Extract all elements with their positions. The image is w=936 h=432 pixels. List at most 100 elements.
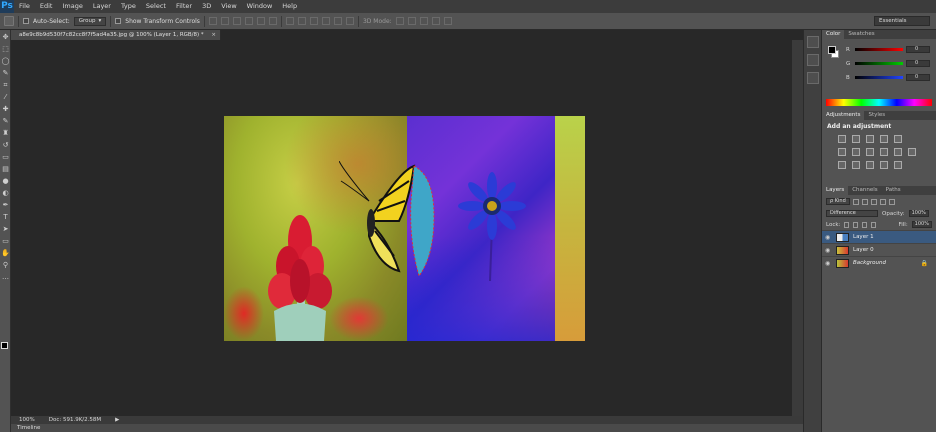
menu-3d[interactable]: 3D bbox=[197, 0, 216, 13]
filter-smart-object-icon[interactable] bbox=[888, 198, 895, 205]
menu-help[interactable]: Help bbox=[277, 0, 302, 13]
tab-paths[interactable]: Paths bbox=[882, 186, 905, 195]
green-value[interactable]: 0 bbox=[906, 60, 930, 67]
canvas-area[interactable] bbox=[11, 40, 803, 416]
align-right-icon[interactable] bbox=[268, 17, 277, 25]
status-menu-arrow-icon[interactable]: ▶ bbox=[115, 417, 119, 423]
blue-value[interactable]: 0 bbox=[906, 74, 930, 81]
layer-row-background[interactable]: ◉ Background 🔒 bbox=[822, 256, 936, 269]
layer-row-layer-1[interactable]: ◉ Layer 1 bbox=[822, 230, 936, 243]
menu-select[interactable]: Select bbox=[141, 0, 171, 13]
dodge-tool-icon[interactable]: ◐ bbox=[1, 189, 10, 198]
layer-row-layer-0[interactable]: ◉ Layer 0 bbox=[822, 243, 936, 256]
black-white-icon[interactable] bbox=[866, 148, 874, 156]
menu-type[interactable]: Type bbox=[116, 0, 141, 13]
close-icon[interactable]: × bbox=[211, 30, 216, 40]
menu-layer[interactable]: Layer bbox=[88, 0, 116, 13]
3d-slide-icon[interactable] bbox=[431, 17, 440, 25]
threshold-icon[interactable] bbox=[866, 161, 874, 169]
marquee-tool-icon[interactable]: ⬚ bbox=[1, 45, 10, 54]
gradient-tool-icon[interactable]: ▤ bbox=[1, 165, 10, 174]
filter-pixel-icon[interactable] bbox=[852, 198, 859, 205]
tab-layers[interactable]: Layers bbox=[822, 186, 849, 195]
tab-swatches[interactable]: Swatches bbox=[844, 30, 878, 39]
move-tool-icon[interactable]: ✥ bbox=[1, 33, 10, 42]
hue-saturation-icon[interactable] bbox=[838, 148, 846, 156]
menu-file[interactable]: File bbox=[14, 0, 35, 13]
layer-filter-kind[interactable]: ρ Kind bbox=[826, 198, 850, 205]
curves-icon[interactable] bbox=[866, 135, 874, 143]
workspace-switcher[interactable]: Essentials bbox=[874, 16, 930, 26]
vertical-scrollbar[interactable] bbox=[792, 40, 803, 416]
color-spectrum[interactable] bbox=[826, 99, 932, 106]
distribute-right-icon[interactable] bbox=[345, 17, 354, 25]
tab-adjustments[interactable]: Adjustments bbox=[822, 111, 865, 120]
distribute-hcenter-icon[interactable] bbox=[333, 17, 342, 25]
opacity-field[interactable]: 100% bbox=[908, 210, 929, 217]
filter-shape-icon[interactable] bbox=[879, 198, 886, 205]
align-bottom-icon[interactable] bbox=[232, 17, 241, 25]
distribute-left-icon[interactable] bbox=[321, 17, 330, 25]
distribute-vcenter-icon[interactable] bbox=[297, 17, 306, 25]
clone-stamp-tool-icon[interactable]: ♜ bbox=[1, 129, 10, 138]
eye-icon[interactable]: ◉ bbox=[825, 260, 832, 267]
menu-image[interactable]: Image bbox=[57, 0, 87, 13]
red-slider[interactable] bbox=[855, 48, 903, 51]
pen-tool-icon[interactable]: ✒ bbox=[1, 201, 10, 210]
filter-adjustment-icon[interactable] bbox=[861, 198, 868, 205]
align-left-icon[interactable] bbox=[244, 17, 253, 25]
lock-pixels-icon[interactable] bbox=[853, 221, 859, 228]
eye-icon[interactable]: ◉ bbox=[825, 247, 832, 254]
distribute-top-icon[interactable] bbox=[285, 17, 294, 25]
align-top-icon[interactable] bbox=[208, 17, 217, 25]
shape-tool-icon[interactable]: ▭ bbox=[1, 237, 10, 246]
eye-icon[interactable]: ◉ bbox=[825, 234, 832, 241]
auto-select-dropdown[interactable]: Group ▾ bbox=[73, 16, 107, 26]
filter-type-icon[interactable] bbox=[870, 198, 877, 205]
zoom-tool-icon[interactable]: ⚲ bbox=[1, 261, 10, 270]
exposure-icon[interactable] bbox=[880, 135, 888, 143]
align-hcenter-icon[interactable] bbox=[256, 17, 265, 25]
lock-position-icon[interactable] bbox=[862, 221, 868, 228]
foreground-color-chip[interactable] bbox=[828, 46, 836, 54]
tab-color[interactable]: Color bbox=[822, 30, 845, 39]
green-slider[interactable] bbox=[855, 62, 903, 65]
menu-window[interactable]: Window bbox=[242, 0, 278, 13]
tab-styles[interactable]: Styles bbox=[864, 111, 889, 120]
lasso-tool-icon[interactable]: ◯ bbox=[1, 57, 10, 66]
history-brush-tool-icon[interactable]: ↺ bbox=[1, 141, 10, 150]
healing-tool-icon[interactable]: ✚ bbox=[1, 105, 10, 114]
photoshop-logo[interactable]: Ps bbox=[0, 0, 14, 13]
distribute-bottom-icon[interactable] bbox=[309, 17, 318, 25]
history-panel-icon[interactable] bbox=[807, 36, 819, 48]
posterize-icon[interactable] bbox=[852, 161, 860, 169]
type-tool-icon[interactable]: T bbox=[1, 213, 10, 222]
color-balance-icon[interactable] bbox=[852, 148, 860, 156]
blur-tool-icon[interactable]: ● bbox=[1, 177, 10, 186]
3d-rotate-icon[interactable] bbox=[395, 17, 404, 25]
selective-color-icon[interactable] bbox=[894, 161, 902, 169]
blend-mode-dropdown[interactable]: Difference bbox=[826, 210, 878, 217]
show-transform-checkbox[interactable] bbox=[115, 18, 122, 24]
eyedropper-tool-icon[interactable]: ⁄ bbox=[1, 93, 10, 102]
crop-tool-icon[interactable]: ⌗ bbox=[1, 81, 10, 90]
color-lookup-icon[interactable] bbox=[908, 148, 916, 156]
zoom-level[interactable]: 100% bbox=[19, 417, 35, 423]
vibrance-icon[interactable] bbox=[894, 135, 902, 143]
invert-icon[interactable] bbox=[838, 161, 846, 169]
lock-all-icon[interactable] bbox=[871, 221, 877, 228]
document-image[interactable] bbox=[224, 116, 585, 341]
menu-view[interactable]: View bbox=[216, 0, 241, 13]
info-panel-icon[interactable] bbox=[807, 72, 819, 84]
eraser-tool-icon[interactable]: ▭ bbox=[1, 153, 10, 162]
quick-select-tool-icon[interactable]: ✎ bbox=[1, 69, 10, 78]
3d-pan-icon[interactable] bbox=[419, 17, 428, 25]
blue-slider[interactable] bbox=[855, 76, 903, 79]
more-tools-icon[interactable]: … bbox=[1, 273, 10, 282]
document-tab[interactable]: a8e9c8b9d530f7c82cc8f7f5ad4a35.jpg @ 100… bbox=[11, 30, 221, 40]
menu-filter[interactable]: Filter bbox=[171, 0, 197, 13]
timeline-tab[interactable]: Timeline bbox=[11, 424, 803, 432]
photo-filter-icon[interactable] bbox=[880, 148, 888, 156]
properties-panel-icon[interactable] bbox=[807, 54, 819, 66]
brush-tool-icon[interactable]: ✎ bbox=[1, 117, 10, 126]
